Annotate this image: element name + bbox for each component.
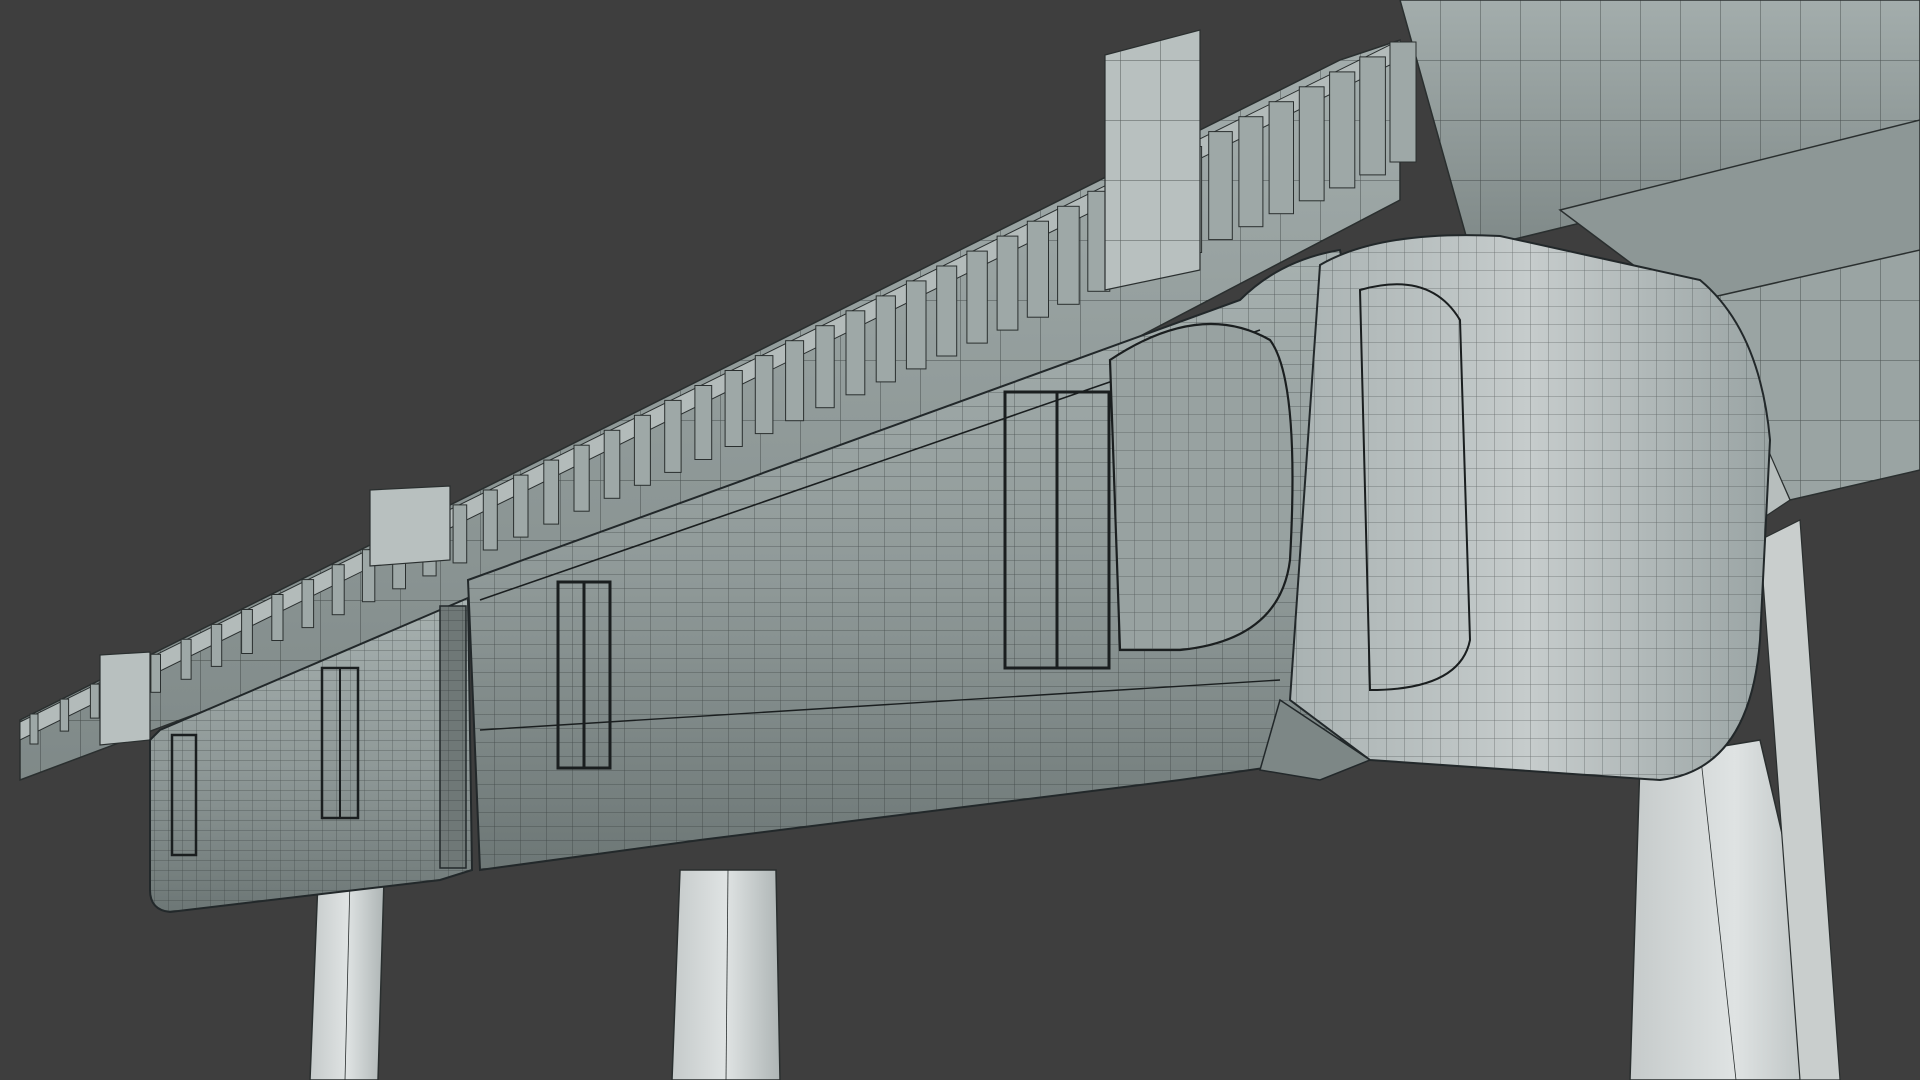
- guideway-post: [241, 609, 253, 654]
- guideway-post: [301, 579, 315, 629]
- guideway-post: [875, 295, 896, 383]
- guideway-post: [210, 623, 223, 667]
- guideway-post: [513, 474, 529, 538]
- guideway-post: [664, 399, 682, 473]
- guideway-post: [482, 489, 498, 551]
- guideway-post: [180, 638, 192, 680]
- guideway-post: [1359, 56, 1386, 176]
- guideway-post: [573, 444, 590, 512]
- guideway-post: [1298, 86, 1325, 202]
- guideway-post: [936, 265, 958, 357]
- guideway-post: [905, 280, 927, 370]
- guideway-post: [1268, 101, 1294, 215]
- guideway-post: [815, 325, 835, 409]
- guideway-post: [754, 355, 774, 435]
- guideway-post: [724, 370, 743, 447]
- guideway-post: [59, 698, 70, 732]
- guideway-post: [694, 385, 713, 460]
- guideway-post: [1026, 220, 1050, 318]
- guideway-post: [1208, 131, 1233, 241]
- guideway-post: [633, 414, 651, 486]
- guideway-post: [271, 594, 284, 641]
- guideway-post: [966, 250, 988, 344]
- guideway-post: [1329, 71, 1356, 189]
- guideway-post: [603, 429, 621, 499]
- guideway-post: [452, 504, 468, 564]
- guideway-post: [29, 713, 39, 745]
- guideway-post: [150, 653, 161, 693]
- 3d-viewport[interactable]: [0, 0, 1920, 1080]
- guideway-post: [1057, 205, 1080, 305]
- guideway-post: [89, 683, 100, 719]
- guideway-post: [1238, 116, 1264, 228]
- guideway-post: [845, 310, 866, 396]
- guideway-post: [996, 235, 1019, 331]
- guideway-post: [785, 340, 805, 422]
- guideway-post: [1389, 41, 1417, 163]
- viewport-scene[interactable]: [0, 0, 1920, 1080]
- guideway-post: [543, 459, 560, 525]
- guideway-post: [331, 564, 345, 616]
